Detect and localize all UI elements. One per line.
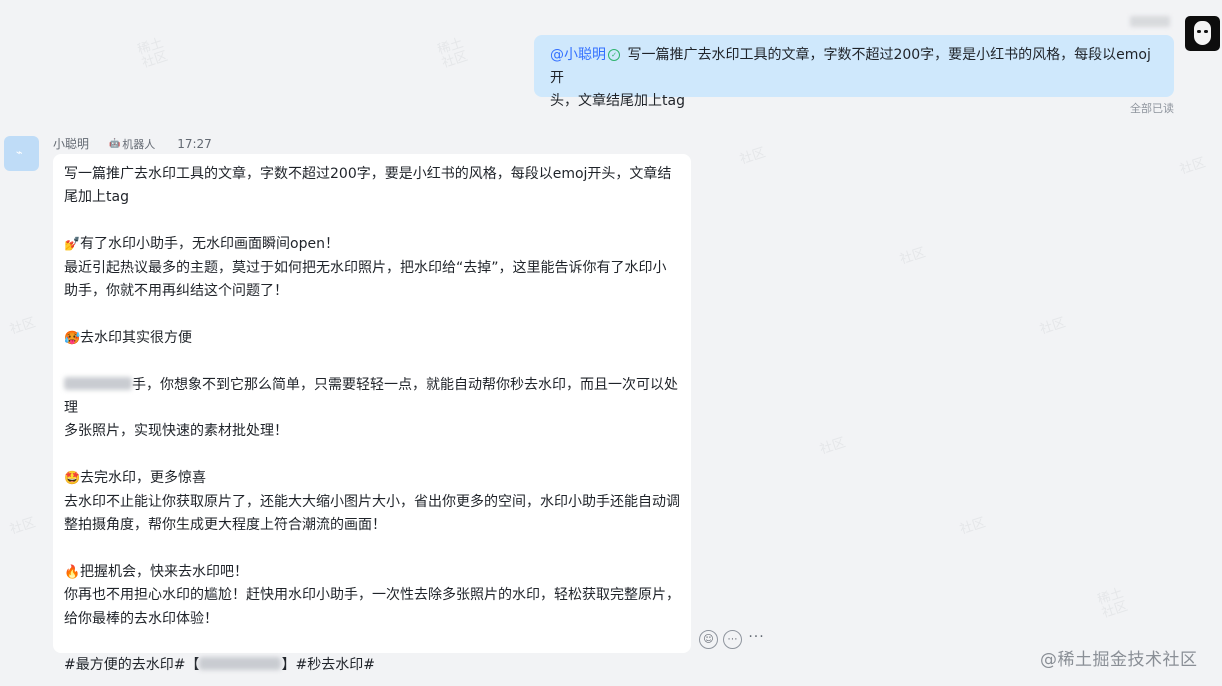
message-tags: #最方便的去水印#【 】#秒去水印# (64, 657, 375, 674)
fire-icon: 🔥 (64, 564, 81, 580)
more-icon[interactable]: ··· (747, 630, 766, 649)
reply-icon[interactable]: ⋯ (723, 630, 742, 649)
robot-icon: 🤖 (109, 138, 121, 149)
bot-avatar[interactable]: ⌁ (4, 136, 39, 171)
message-line: 最近引起热议最多的主题，莫过于如何把无水印照片，把水印给“去掉”，这里能告诉你有… (64, 259, 667, 276)
star-struck-icon: 🤩 (64, 471, 81, 487)
message-line: 💅有了水印小助手，无水印画面瞬间open！ (64, 233, 681, 256)
mask-icon (1194, 21, 1211, 45)
message-line: 你再也不用担心水印的尴尬！赶快用水印小助手，一次性去除多张照片的水印，轻松获取完… (64, 587, 680, 604)
sent-message-line-1: @小聪明 ✓ 写一篇推广去水印工具的文章，字数不超过200字，要是小红书的风格，每… (550, 47, 1151, 86)
message-line: 写一篇推广去水印工具的文章，字数不超过200字，要是小红书的风格，每段以emoj… (64, 166, 672, 182)
mention-link[interactable]: @小聪明 (550, 47, 606, 63)
nail-polish-icon: 💅 (64, 237, 81, 253)
message-line: 🥵去水印其实很方便 (64, 327, 681, 350)
bot-badge: 🤖 机器人 (109, 137, 156, 151)
message-line: 🤩去完水印，更多惊喜 (64, 467, 681, 490)
message-line: 🔥把握机会，快来去水印吧！ (64, 561, 681, 584)
user-avatar[interactable] (1185, 16, 1220, 51)
message-line: 去水印不止能让你获取原片了，还能大大缩小图片大小，省出你更多的空间，水印小助手还… (64, 493, 680, 510)
sender-name-redacted (1130, 16, 1170, 27)
message-line: 助手，你就不用再纠结这个问题了！ (64, 283, 288, 300)
message-line: 尾加上tag (64, 189, 129, 206)
message-actions: ☺ ⋯ ··· (699, 630, 766, 649)
message-line: 整拍摄角度，帮你生成更大程度上符合潮流的画面！ (64, 517, 386, 534)
bot-message-bubble[interactable]: 写一篇推广去水印工具的文章，字数不超过200字，要是小红书的风格，每段以emoj… (53, 154, 691, 673)
bot-message-header: 小聪明 🤖 机器人 17:27 (53, 135, 212, 152)
message-line: 手，你想象不到它那么简单，只需要轻轻一点，就能自动帮你秒去水印，而且一次可以处理 (64, 376, 678, 417)
message-line: 多张照片，实现快速的素材批处理！ (64, 423, 288, 440)
bot-avatar-icon: ⌁ (16, 146, 23, 159)
sent-message-bubble[interactable]: @小聪明 ✓ 写一篇推广去水印工具的文章，字数不超过200字，要是小红书的风格，每… (534, 35, 1174, 109)
bot-sender-name[interactable]: 小聪明 (53, 135, 89, 152)
site-watermark: @稀土掘金技术社区 (1040, 650, 1198, 670)
message-line: 给你最棒的去水印体验！ (64, 610, 218, 627)
hot-face-icon: 🥵 (64, 330, 81, 346)
redacted-text (64, 376, 132, 390)
verified-icon: ✓ (608, 49, 620, 61)
redacted-text (199, 657, 282, 671)
reaction-icon[interactable]: ☺ (699, 630, 718, 649)
sent-message-line-2: 头，文章结尾加上tag (550, 93, 685, 109)
message-timestamp: 17:27 (177, 136, 212, 151)
read-status[interactable]: 全部已读 (1110, 100, 1174, 116)
